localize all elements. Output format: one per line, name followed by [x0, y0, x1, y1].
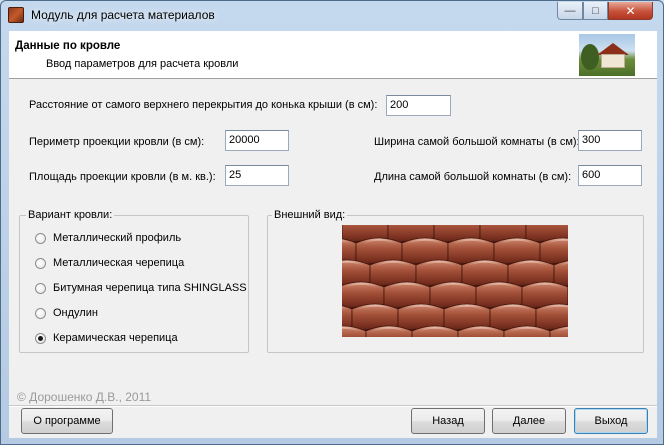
perimeter-label: Периметр проекции кровли (в см):	[29, 136, 205, 148]
ridge-distance-label: Расстояние от самого верхнего перекрытия…	[29, 99, 378, 111]
radio-metal-profile[interactable]: Металлический профиль	[35, 230, 181, 246]
radio-label: Ондулин	[53, 307, 98, 319]
room-length-label: Длина самой большой комнаты (в см):	[374, 171, 572, 183]
page-title: Данные по кровле	[15, 40, 121, 52]
tile-preview-svg	[342, 225, 568, 337]
maximize-button[interactable]: □	[583, 2, 608, 20]
room-length-input[interactable]: 600	[578, 165, 642, 186]
perimeter-input[interactable]: 20000	[225, 130, 289, 151]
page-subtitle: Ввод параметров для расчета кровли	[46, 58, 239, 70]
radio-circle[interactable]	[35, 257, 46, 269]
about-button[interactable]: О программе	[21, 408, 113, 434]
roof-variant-options: Металлический профиль Металлическая чере…	[35, 230, 247, 346]
radio-bitumen-tile[interactable]: Битумная черепица типа SHINGLASS	[35, 280, 247, 296]
title-bar[interactable]: Модуль для расчета материалов — □ ✕	[1, 1, 663, 29]
area-label: Площадь проекции кровли (в м. кв.):	[29, 171, 216, 183]
radio-label: Керамическая черепица	[53, 332, 178, 344]
radio-label: Битумная черепица типа SHINGLASS	[53, 282, 247, 294]
window-title: Модуль для расчета материалов	[31, 8, 215, 22]
radio-circle[interactable]	[35, 282, 46, 294]
next-button[interactable]: Далее	[492, 408, 566, 434]
area-input[interactable]: 25	[225, 165, 289, 186]
exit-button[interactable]: Выход	[574, 408, 648, 434]
house-roof-image	[579, 34, 635, 76]
app-window: Модуль для расчета материалов — □ ✕ Данн…	[0, 0, 664, 445]
radio-label: Металлический профиль	[53, 232, 182, 244]
close-icon: ✕	[625, 3, 636, 18]
footer-divider	[9, 405, 657, 407]
back-button[interactable]: Назад	[411, 408, 485, 434]
radio-ondulin[interactable]: Ондулин	[35, 305, 98, 321]
copyright-text: © Дорошенко Д.В., 2011	[17, 390, 152, 404]
ceramic-tile-preview-image	[342, 225, 568, 337]
client-area: Данные по кровле Ввод параметров для рас…	[9, 31, 657, 438]
radio-ceramic-tile[interactable]: Керамическая черепица	[35, 330, 178, 346]
radio-circle[interactable]	[35, 232, 46, 244]
maximize-icon: □	[592, 4, 599, 17]
radio-metal-tile[interactable]: Металлическая черепица	[35, 255, 184, 271]
room-width-input[interactable]: 300	[578, 130, 642, 151]
radio-circle[interactable]	[35, 307, 46, 319]
minimize-button[interactable]: —	[557, 2, 583, 20]
minimize-icon: —	[564, 4, 576, 17]
app-icon	[8, 7, 24, 23]
appearance-group-label: Внешний вид:	[272, 209, 348, 221]
room-width-label: Ширина самой большой комнаты (в см):	[374, 136, 580, 148]
wizard-header: Данные по кровле Ввод параметров для рас…	[9, 31, 657, 79]
radio-label: Металлическая черепица	[53, 257, 185, 269]
roof-variant-group: Вариант кровли: Металлический профиль Ме…	[19, 209, 249, 353]
appearance-group: Внешний вид:	[267, 209, 644, 353]
radio-circle[interactable]	[35, 332, 46, 344]
roof-variant-group-label: Вариант кровли:	[26, 209, 115, 221]
ridge-distance-input[interactable]: 200	[386, 95, 451, 116]
close-button[interactable]: ✕	[608, 2, 653, 20]
